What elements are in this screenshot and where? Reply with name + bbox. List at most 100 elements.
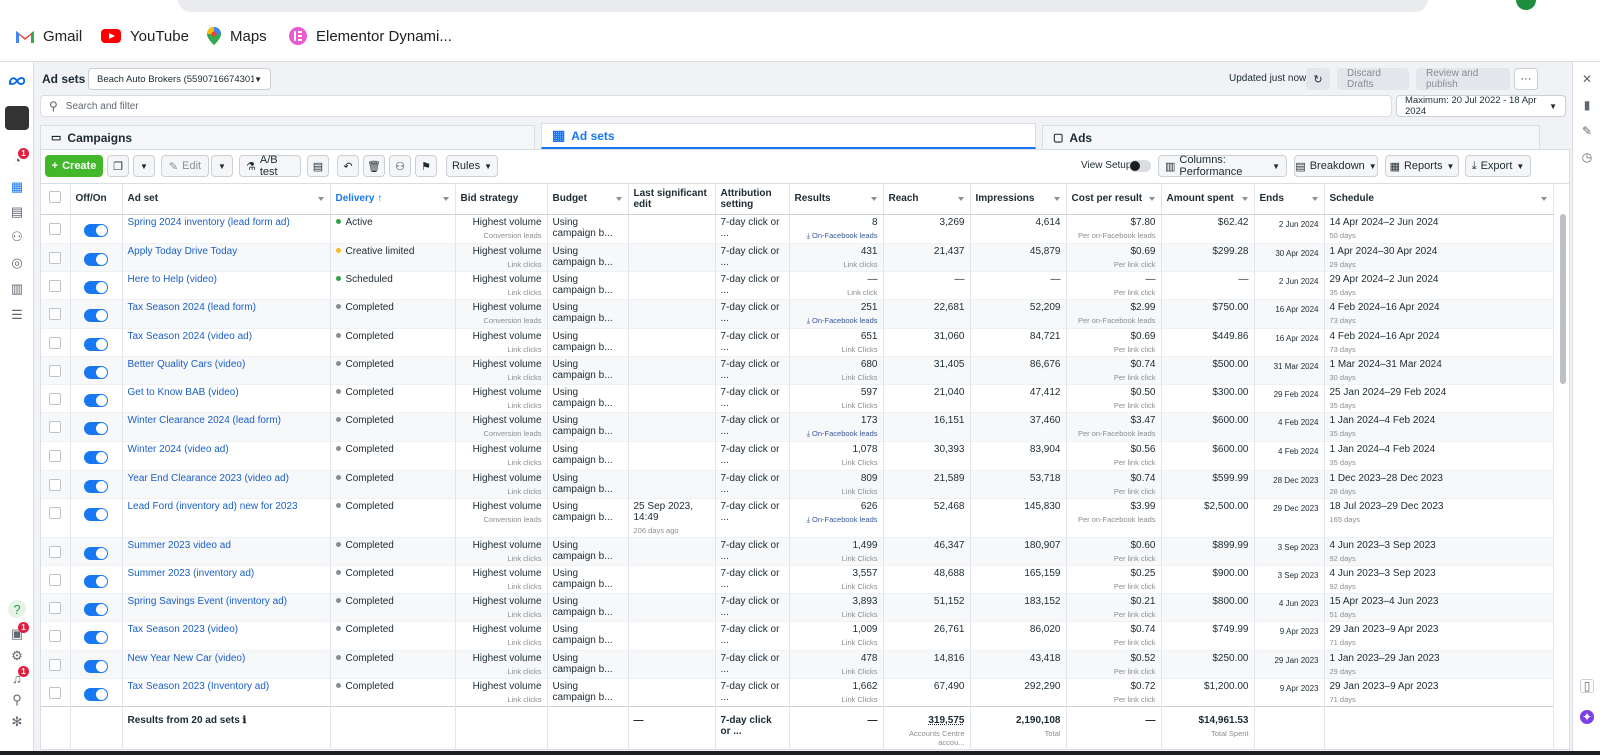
edit-button[interactable]: ✎ Edit: [161, 155, 209, 177]
table-scrollbar[interactable]: [1560, 214, 1566, 384]
table-row[interactable]: Tax Season 2024 (video ad) Completed Highe…: [41, 328, 1554, 357]
bookmark-youtube[interactable]: YouTube: [100, 25, 189, 47]
col-bid-strategy[interactable]: Bid strategy: [455, 184, 548, 215]
col-delivery[interactable]: Delivery ↑: [330, 184, 456, 215]
on-off-toggle[interactable]: [83, 422, 108, 436]
row-checkbox[interactable]: [49, 686, 61, 699]
search-input[interactable]: Search and filter: [66, 101, 139, 112]
table-row[interactable]: Get to Know BAB (video) Completed Highest …: [41, 384, 1554, 413]
row-checkbox[interactable]: [49, 279, 61, 292]
col-impressions[interactable]: Impressions: [970, 184, 1067, 215]
col-last-edit[interactable]: Last significant edit: [628, 184, 716, 215]
ad-set-name-link[interactable]: Spring 2024 inventory (lead form ad): [128, 217, 290, 228]
date-range-picker[interactable]: Maximum: 20 Jul 2022 - 18 Apr 2024 ▼: [1396, 95, 1566, 117]
edit-dropdown[interactable]: ▼: [211, 155, 233, 177]
select-all-header[interactable]: [41, 184, 71, 215]
table-row[interactable]: Tax Season 2024 (lead form) Completed High…: [41, 299, 1554, 329]
row-checkbox[interactable]: [49, 421, 61, 434]
col-results[interactable]: Results: [789, 184, 884, 215]
layers-icon[interactable]: ◎: [8, 254, 26, 272]
ad-set-name-link[interactable]: Tax Season 2024 (lead form): [128, 302, 256, 313]
ad-set-name-link[interactable]: Tax Season 2023 (video): [128, 624, 239, 635]
on-off-toggle[interactable]: [83, 223, 108, 237]
col-cost-per-result[interactable]: Cost per result: [1066, 184, 1162, 215]
col-budget[interactable]: Budget: [547, 184, 629, 215]
ad-set-name-link[interactable]: New Year New Car (video): [128, 653, 246, 664]
export-dropdown[interactable]: ⤓ Export ▼: [1465, 155, 1531, 177]
tag-button[interactable]: ⚑: [415, 155, 437, 177]
audience-icon[interactable]: ⚇: [8, 228, 26, 246]
col-ends[interactable]: Ends: [1254, 184, 1325, 215]
row-checkbox[interactable]: [49, 365, 61, 378]
table-row[interactable]: Spring Savings Event (inventory ad) Compl…: [41, 593, 1554, 622]
rules-dropdown[interactable]: Rules ▼: [446, 155, 498, 177]
table-row[interactable]: Tax Season 2023 (Inventory ad) Completed H…: [41, 678, 1554, 707]
columns-dropdown[interactable]: ▥ Columns: Performance ▼: [1158, 154, 1287, 178]
ad-set-name-link[interactable]: Winter 2024 (video ad): [128, 444, 229, 455]
review-publish-button[interactable]: Review and publish: [1416, 68, 1510, 90]
ad-set-name-link[interactable]: Get to Know BAB (video): [128, 387, 239, 398]
on-off-toggle[interactable]: [83, 308, 108, 322]
on-off-toggle[interactable]: [83, 337, 108, 351]
ad-set-name-link[interactable]: Summer 2023 (inventory ad): [128, 568, 255, 579]
row-checkbox[interactable]: [49, 658, 61, 671]
create-button[interactable]: + Create: [45, 155, 103, 177]
search-icon[interactable]: ⚲: [8, 691, 26, 709]
table-row[interactable]: Lead Ford (inventory ad) new for 2023 Com…: [41, 498, 1554, 538]
ad-set-name-link[interactable]: Apply Today Drive Today: [128, 246, 238, 257]
help-icon[interactable]: ?: [8, 600, 26, 618]
meta-logo-icon[interactable]: [8, 72, 26, 90]
undo-button[interactable]: ↶: [337, 155, 359, 177]
bug-icon[interactable]: ✻: [8, 713, 26, 731]
row-checkbox[interactable]: [49, 251, 61, 264]
on-off-toggle[interactable]: [83, 507, 108, 521]
ad-set-name-link[interactable]: Year End Clearance 2023 (video ad): [128, 473, 289, 484]
tab-ad-sets[interactable]: ▦ Ad sets: [541, 123, 1036, 149]
row-checkbox[interactable]: [49, 602, 61, 615]
discard-drafts-button[interactable]: Discard Drafts: [1337, 68, 1409, 90]
select-all-checkbox[interactable]: [49, 191, 61, 204]
pencil-icon[interactable]: ✎: [1580, 124, 1594, 138]
reports-dropdown[interactable]: ▦ Reports ▼: [1385, 155, 1459, 177]
table-row[interactable]: Winter 2024 (video ad) Completed Highest v…: [41, 441, 1554, 471]
table-row[interactable]: Winter Clearance 2024 (lead form) Complet…: [41, 412, 1554, 442]
more-options-button[interactable]: ···: [1514, 68, 1538, 90]
tab-ads[interactable]: ▢ Ads: [1042, 125, 1540, 149]
bookmark-maps[interactable]: Maps: [206, 25, 267, 47]
account-avatar[interactable]: [5, 106, 29, 130]
row-checkbox[interactable]: [49, 450, 61, 463]
row-checkbox[interactable]: [49, 478, 61, 491]
on-off-toggle[interactable]: [83, 575, 108, 588]
col-amount-spent[interactable]: Amount spent: [1161, 184, 1255, 215]
table-row[interactable]: Better Quality Cars (video) Completed High…: [41, 356, 1554, 385]
on-off-toggle[interactable]: [83, 252, 108, 266]
ad-set-name-link[interactable]: Tax Season 2023 (Inventory ad): [128, 681, 270, 692]
col-off-on[interactable]: Off/On: [70, 184, 123, 215]
table-row[interactable]: Summer 2023 video ad Completed Highest vol…: [41, 537, 1554, 566]
row-checkbox[interactable]: [49, 506, 61, 519]
bookmark-elementor[interactable]: Elementor Dynami...: [288, 25, 452, 47]
profile-avatar[interactable]: [1516, 0, 1536, 10]
refresh-button[interactable]: ↻: [1306, 68, 1330, 90]
on-off-toggle[interactable]: [83, 366, 108, 380]
ad-set-name-link[interactable]: Tax Season 2024 (video ad): [128, 331, 253, 342]
search-filter-bar[interactable]: ⚲ Search and filter: [40, 95, 1392, 117]
col-schedule[interactable]: Schedule: [1324, 184, 1554, 215]
row-checkbox[interactable]: [49, 545, 61, 558]
view-setup-toggle[interactable]: [1129, 160, 1151, 172]
row-checkbox[interactable]: [49, 393, 61, 406]
on-off-toggle[interactable]: [83, 603, 108, 617]
chart-icon[interactable]: ▮: [1580, 98, 1594, 112]
delete-button[interactable]: 🗑: [363, 155, 385, 177]
table-icon[interactable]: ▦: [8, 178, 26, 196]
clock-icon[interactable]: ◷: [1580, 150, 1594, 164]
duplicate-button[interactable]: ❐: [107, 155, 129, 177]
ab-test-button[interactable]: ⚗ A/B test: [239, 154, 301, 178]
table-row[interactable]: New Year New Car (video) Completed Highest…: [41, 650, 1554, 679]
ad-set-name-link[interactable]: Better Quality Cars (video): [128, 359, 246, 370]
table-row[interactable]: Tax Season 2023 (video) Completed Highest …: [41, 621, 1554, 651]
clipboard-button[interactable]: ▤: [307, 155, 329, 177]
on-off-toggle[interactable]: [83, 687, 108, 701]
row-checkbox[interactable]: [49, 222, 61, 235]
audience-button[interactable]: ⚇: [389, 155, 411, 177]
